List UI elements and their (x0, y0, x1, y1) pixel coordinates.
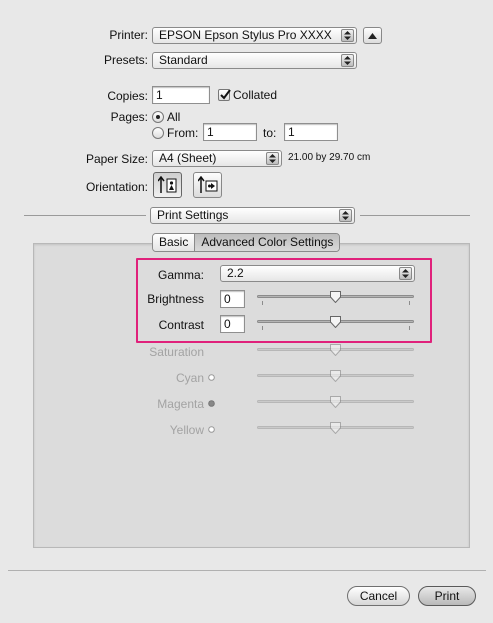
landscape-orientation-icon (197, 176, 217, 193)
paper-dimensions: 21.00 by 29.70 cm (288, 152, 371, 163)
updown-arrows-icon (341, 29, 354, 42)
section-popup[interactable]: Print Settings (150, 207, 355, 224)
tab-basic[interactable]: Basic (153, 234, 195, 251)
collated-label: Collated (233, 88, 278, 102)
updown-arrows-icon (339, 209, 352, 222)
portrait-button[interactable] (153, 172, 182, 198)
paper-size-value: A4 (Sheet) (159, 151, 217, 165)
pages-from-field[interactable]: 1 (203, 123, 257, 141)
pages-all-label: All (167, 110, 181, 124)
triangle-up-icon (368, 32, 377, 39)
cyan-dot-icon (208, 374, 215, 381)
print-dialog: Printer: EPSON Epson Stylus Pro XXXX Pre… (0, 0, 493, 623)
paper-size-label: Paper Size: (85, 152, 148, 166)
printer-popup[interactable]: EPSON Epson Stylus Pro XXXX (152, 27, 357, 44)
yellow-label: Yellow (169, 423, 204, 437)
yellow-dot-icon (208, 426, 215, 433)
printer-expand-button[interactable] (363, 27, 382, 44)
print-button[interactable]: Print (418, 586, 476, 606)
pages-from-radio[interactable] (152, 127, 164, 139)
copies-field[interactable]: 1 (152, 86, 210, 104)
presets-label: Presets: (103, 53, 148, 67)
tab-advanced-color-settings[interactable]: Advanced Color Settings (194, 234, 340, 251)
pages-to-field[interactable]: 1 (284, 123, 338, 141)
collated-checkbox[interactable] (218, 89, 231, 101)
section-value: Print Settings (157, 208, 229, 222)
highlight-frame (136, 258, 432, 343)
checkmark-icon (220, 89, 231, 100)
updown-arrows-icon (266, 152, 279, 165)
updown-arrows-icon (341, 54, 354, 67)
printer-value: EPSON Epson Stylus Pro XXXX (159, 28, 332, 42)
magenta-slider-thumb (330, 396, 341, 408)
magenta-label: Magenta (157, 397, 204, 411)
presets-value: Standard (159, 53, 208, 67)
yellow-slider-thumb (330, 422, 341, 434)
presets-popup[interactable]: Standard (152, 52, 357, 69)
portrait-orientation-icon (157, 176, 176, 193)
divider (360, 215, 470, 216)
copies-label: Copies: (107, 89, 148, 103)
bottom-divider (8, 570, 486, 571)
divider (24, 215, 146, 216)
saturation-label: Saturation (149, 345, 204, 359)
pages-label: Pages: (110, 110, 148, 124)
pages-all-radio[interactable] (152, 111, 164, 123)
pages-from-label: From: (167, 126, 199, 140)
landscape-button[interactable] (193, 172, 222, 198)
saturation-slider-thumb (330, 344, 341, 356)
magenta-dot-icon (208, 400, 215, 407)
cyan-label: Cyan (175, 371, 204, 385)
cancel-button[interactable]: Cancel (347, 586, 410, 606)
orientation-label: Orientation: (85, 180, 148, 194)
printer-label: Printer: (109, 28, 148, 42)
pages-to-label: to: (263, 126, 277, 140)
paper-size-popup[interactable]: A4 (Sheet) (152, 150, 282, 167)
tab-bar: Basic Advanced Color Settings (152, 233, 341, 252)
cyan-slider-thumb (330, 370, 341, 382)
